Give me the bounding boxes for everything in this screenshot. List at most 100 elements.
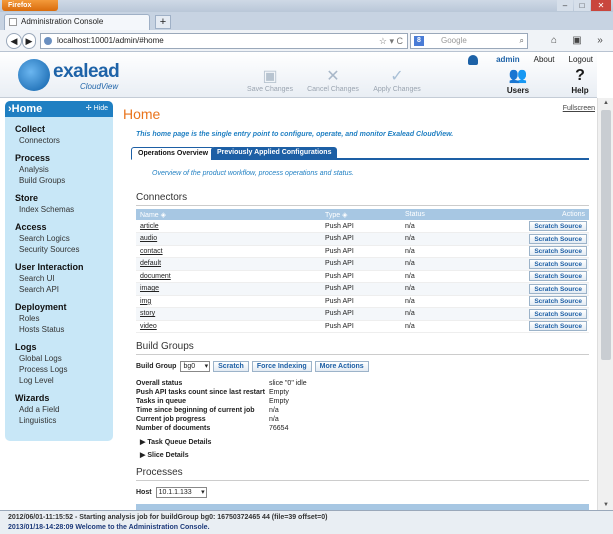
connector-name-link[interactable]: img xyxy=(136,295,321,308)
sidebar-item-build-groups[interactable]: Build Groups xyxy=(15,175,113,186)
scroll-down-icon[interactable]: ▼ xyxy=(598,500,613,510)
connector-name-link[interactable]: video xyxy=(136,320,321,333)
scratch-source-button[interactable]: Scratch Source xyxy=(529,283,587,294)
tab-operations-overview[interactable]: Operations Overview xyxy=(131,147,216,160)
users-label: Users xyxy=(506,86,530,95)
scratch-source-button[interactable]: Scratch Source xyxy=(529,271,587,282)
scratch-source-button[interactable]: Scratch Source xyxy=(529,258,587,269)
sidebar-item-connectors[interactable]: Connectors xyxy=(15,135,113,146)
logout-link[interactable]: Logout xyxy=(569,53,593,66)
sidebar-item-process-logs[interactable]: Process Logs xyxy=(15,364,113,375)
exalead-logo: exalead CloudView xyxy=(18,59,143,93)
status-row: Time since beginning of current job n/a xyxy=(136,406,307,415)
sidebar-item-analysis[interactable]: Analysis xyxy=(15,164,113,175)
cancel-changes-button[interactable]: ✕ Cancel Changes xyxy=(305,68,361,96)
build-group-status: Overall status slice "0" idle Push API ta… xyxy=(136,379,307,433)
scrollbar-thumb[interactable] xyxy=(601,110,611,360)
sidebar-section-wizards: Wizards Add a Field Linguistics xyxy=(5,392,113,426)
window-controls: – □ ✕ xyxy=(556,0,611,11)
connector-status: n/a xyxy=(401,307,481,321)
sidebar-item-search-api[interactable]: Search API xyxy=(15,284,113,295)
help-icon: ? xyxy=(575,67,585,84)
magnifier-icon[interactable]: ⌕ xyxy=(520,34,524,48)
connector-name-link[interactable]: article xyxy=(136,220,321,233)
more-actions-button[interactable]: More Actions xyxy=(314,361,369,372)
sidebar-home[interactable]: ›Home ✢ Hide xyxy=(5,101,113,117)
sidebar-home-label: Home xyxy=(11,103,43,115)
sidebar-item-search-logics[interactable]: Search Logics xyxy=(15,233,113,244)
bookmark-star-icon[interactable]: ☆ ▾ C xyxy=(379,34,403,48)
scroll-up-icon[interactable]: ▲ xyxy=(598,98,613,108)
connector-name-link[interactable]: story xyxy=(136,307,321,321)
scratch-source-button[interactable]: Scratch Source xyxy=(529,246,587,257)
new-tab-button[interactable]: + xyxy=(155,15,171,29)
table-row: img Push API n/a Scratch Source xyxy=(136,295,589,308)
build-group-select[interactable]: bg0 xyxy=(180,361,211,372)
column-header-type[interactable]: Type ◈ xyxy=(321,209,401,220)
sidebar-item-security-sources[interactable]: Security Sources xyxy=(15,244,113,255)
fullscreen-link[interactable]: Fullscreen xyxy=(563,105,595,112)
task-queue-details-toggle[interactable]: ▶ Task Queue Details xyxy=(140,438,211,446)
status-key: Current job progress xyxy=(136,416,206,423)
connector-name-link[interactable]: default xyxy=(136,257,321,271)
sidebar-section-access: Access Search Logics Security Sources xyxy=(5,221,113,255)
address-bar[interactable]: localhost:10001/admin/#home ☆ ▾ C xyxy=(40,33,408,49)
connector-name-link[interactable]: contact xyxy=(136,245,321,258)
tab-previously-applied[interactable]: Previously Applied Configurations xyxy=(211,147,338,160)
table-row: article Push API n/a Scratch Source xyxy=(136,220,589,233)
connector-type: Push API xyxy=(321,307,401,321)
host-row: Host 10.1.1.133 xyxy=(136,487,207,498)
page-favicon-icon xyxy=(9,18,17,26)
connector-name-link[interactable]: document xyxy=(136,270,321,283)
sidebar-item-log-level[interactable]: Log Level xyxy=(15,375,113,386)
scratch-source-button[interactable]: Scratch Source xyxy=(529,221,587,231)
connector-name-link[interactable]: image xyxy=(136,282,321,296)
sidebar-item-add-a-field[interactable]: Add a Field xyxy=(15,404,113,415)
sort-icon: ◈ xyxy=(160,211,167,219)
sidebar-item-index-schemas[interactable]: Index Schemas xyxy=(15,204,113,215)
sidebar-heading: Access xyxy=(15,222,47,232)
apply-changes-button[interactable]: ✓ Apply Changes xyxy=(368,68,426,96)
sidebar-item-search-ui[interactable]: Search UI xyxy=(15,273,113,284)
host-select[interactable]: 10.1.1.133 xyxy=(155,487,207,498)
menu-icon[interactable]: » xyxy=(591,34,609,48)
scratch-source-button[interactable]: Scratch Source xyxy=(529,233,587,244)
maximize-icon[interactable]: □ xyxy=(574,0,590,11)
back-arrow-icon[interactable]: ◀ xyxy=(6,33,22,49)
forward-arrow-icon[interactable]: ▶ xyxy=(22,33,36,49)
connector-status: n/a xyxy=(401,220,481,233)
scratch-source-button[interactable]: Scratch Source xyxy=(529,296,587,307)
home-icon[interactable]: ⌂ xyxy=(545,34,563,48)
column-header-name[interactable]: Name ◈ xyxy=(136,209,321,220)
scratch-button[interactable]: Scratch xyxy=(213,361,249,372)
sidebar-item-roles[interactable]: Roles xyxy=(15,313,113,324)
slice-details-toggle[interactable]: ▶ Slice Details xyxy=(140,451,189,459)
scratch-source-button[interactable]: Scratch Source xyxy=(529,321,587,332)
users-button[interactable]: 👥 Users xyxy=(500,66,536,96)
bookmarks-icon[interactable]: ▣ xyxy=(568,34,586,48)
close-icon[interactable]: ✕ xyxy=(591,0,611,11)
sidebar-item-linguistics[interactable]: Linguistics xyxy=(15,415,113,426)
sidebar-hide-link[interactable]: ✢ Hide xyxy=(86,101,108,117)
search-input[interactable]: 8 Google ⌕ xyxy=(410,33,528,49)
force-indexing-button[interactable]: Force Indexing xyxy=(251,361,312,372)
scratch-source-button[interactable]: Scratch Source xyxy=(529,308,587,319)
sidebar-item-global-logs[interactable]: Global Logs xyxy=(15,353,113,364)
save-changes-button[interactable]: ▣ Save Changes xyxy=(245,68,295,96)
user-link[interactable]: admin xyxy=(454,53,520,66)
sidebar-item-hosts-status[interactable]: Hosts Status xyxy=(15,324,113,335)
url-text: localhost:10001/admin/#home xyxy=(57,36,164,45)
browser-tab[interactable]: Administration Console xyxy=(4,14,150,30)
column-header-actions: Actions xyxy=(481,209,589,220)
about-link[interactable]: About xyxy=(534,53,555,66)
page-viewport: exalead CloudView admin About Logout ▣ S… xyxy=(0,52,613,510)
main-content: Fullscreen Home This home page is the si… xyxy=(120,101,597,510)
logo-word: exalead xyxy=(53,61,120,82)
minimize-icon[interactable]: – xyxy=(557,0,573,11)
firefox-menu-button[interactable]: Firefox xyxy=(2,0,58,11)
help-button[interactable]: ? Help xyxy=(565,66,595,96)
connector-type: Push API xyxy=(321,257,401,271)
page-scrollbar[interactable]: ▲ ▼ xyxy=(597,98,613,510)
connector-name-link[interactable]: audio xyxy=(136,232,321,246)
user-icon xyxy=(468,54,479,65)
